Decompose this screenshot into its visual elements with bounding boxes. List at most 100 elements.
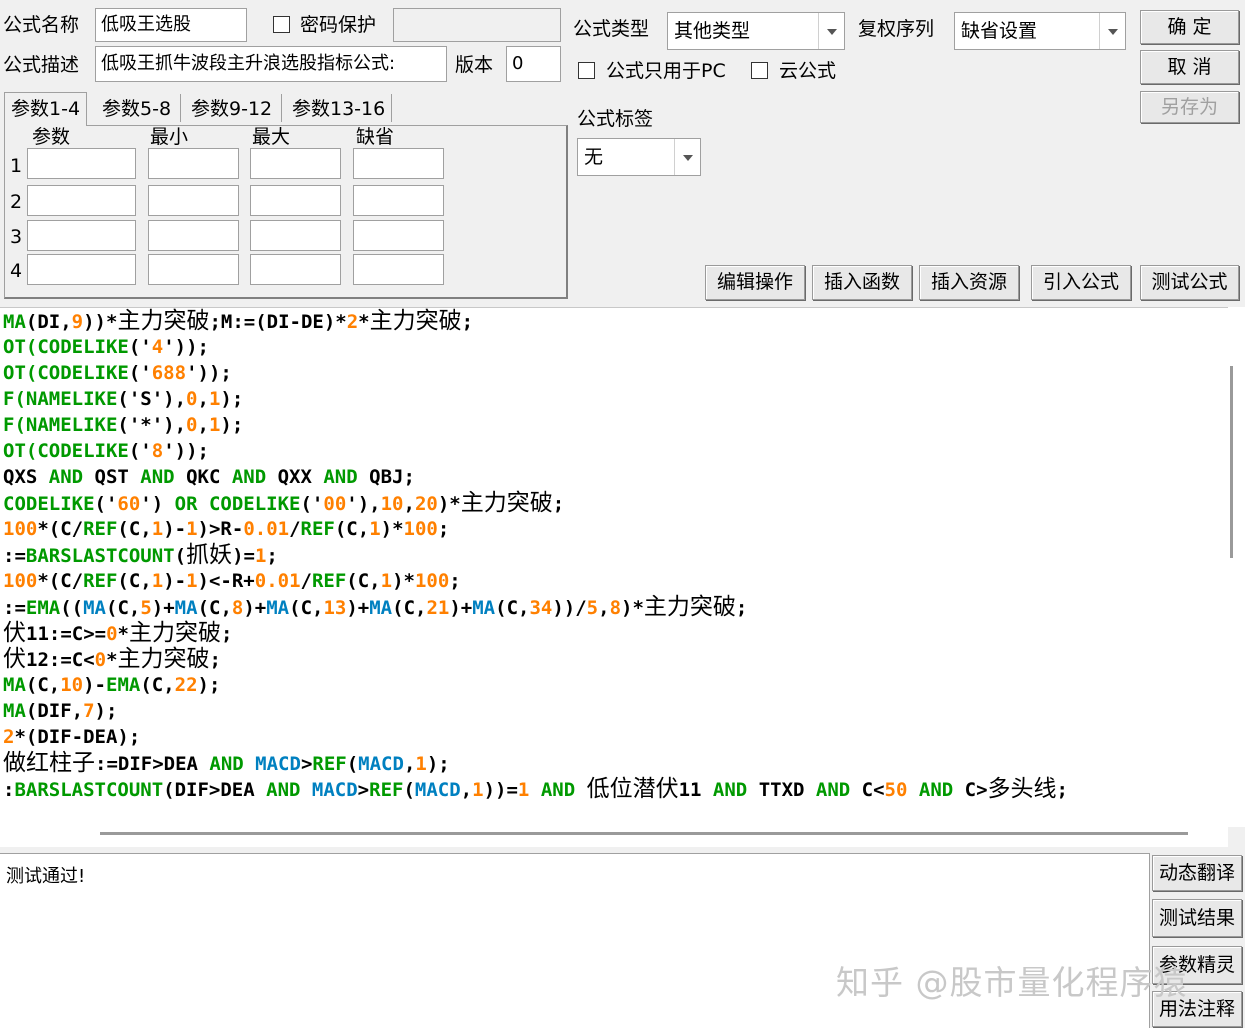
- code-token: *(DIF-DEA);: [14, 726, 141, 748]
- code-token: 1: [186, 518, 198, 540]
- code-token: ;: [449, 570, 461, 592]
- formula-type-label: 公式类型: [573, 18, 650, 40]
- code-token: 1: [254, 545, 267, 567]
- param-max-input[interactable]: [250, 185, 341, 216]
- code-line: MA(C,10)-EMA(C,22);: [3, 672, 1068, 698]
- code-token: ,: [403, 493, 415, 515]
- code-token: 60: [117, 493, 141, 515]
- code-token: '));: [163, 336, 209, 358]
- param-default-input[interactable]: [353, 220, 444, 251]
- param-name-input[interactable]: [27, 220, 136, 251]
- code-token: 22: [174, 674, 198, 696]
- code-token: ;: [209, 649, 221, 671]
- password-input[interactable]: [393, 8, 561, 42]
- code-token: )+: [151, 597, 175, 619]
- chevron-down-icon[interactable]: [1099, 13, 1125, 49]
- param-max-input[interactable]: [250, 148, 341, 179]
- code-token: 13: [323, 597, 347, 619]
- param-min-input[interactable]: [148, 185, 239, 216]
- tab-params-5-8[interactable]: 参数5-8: [96, 94, 177, 124]
- pc-only-checkbox[interactable]: [578, 62, 595, 79]
- param-name-input[interactable]: [27, 254, 136, 285]
- code-token: 多头线: [987, 776, 1057, 802]
- code-token: ))*: [83, 311, 118, 333]
- test-result-button[interactable]: 测试结果: [1152, 899, 1242, 937]
- formula-name-input[interactable]: 低吸王选股: [95, 8, 247, 42]
- code-token: 0: [94, 649, 107, 671]
- formula-type-select[interactable]: 其他类型: [667, 12, 845, 50]
- code-token: (: [174, 545, 187, 567]
- param-name-input[interactable]: [27, 148, 136, 179]
- tab-params-1-4[interactable]: 参数1-4: [4, 92, 88, 126]
- import-formula-button[interactable]: 引入公式: [1031, 265, 1131, 300]
- param-min-input[interactable]: [148, 254, 239, 285]
- code-line: 100*(C/REF(C,1)-1)<-R+0.01/REF(C,1)*100;: [3, 568, 1068, 594]
- formula-desc-label: 公式描述: [3, 54, 80, 76]
- param-name-input[interactable]: [27, 185, 136, 216]
- code-token: ;: [735, 597, 748, 619]
- code-token: ))/: [552, 597, 587, 619]
- code-token: 0: [186, 388, 198, 410]
- code-token: 5: [140, 597, 152, 619]
- code-token: ,: [598, 597, 610, 619]
- formula-tag-select[interactable]: 无: [577, 138, 701, 176]
- code-editor[interactable]: MA(DI,9))*主力突破;M:=(DI-DE)*2*主力突破; OT(CODE…: [0, 307, 1228, 827]
- param-min-input[interactable]: [148, 220, 239, 251]
- code-token: REF: [312, 753, 347, 775]
- param-default-input[interactable]: [353, 254, 444, 285]
- insert-function-button[interactable]: 插入函数: [812, 265, 912, 300]
- code-token: '),: [346, 493, 381, 515]
- code-token: ))=: [483, 779, 518, 801]
- vertical-scroll-thumb[interactable]: [1230, 366, 1233, 558]
- code-token: 5: [586, 597, 599, 619]
- password-checkbox[interactable]: [273, 16, 290, 33]
- edit-ops-button[interactable]: 编辑操作: [705, 265, 805, 300]
- horizontal-scroll-thumb[interactable]: [100, 832, 1188, 835]
- code-token: 4: [151, 336, 164, 358]
- tab-params-9-12[interactable]: 参数9-12: [185, 94, 278, 124]
- fq-select[interactable]: 缺省设置: [954, 12, 1126, 50]
- code-token: MACD: [414, 779, 461, 801]
- horizontal-scrollbar[interactable]: [0, 825, 1228, 847]
- code-line: CODELIKE('60') OR CODELIKE('00'),10,20)*…: [3, 490, 1068, 516]
- chevron-down-icon[interactable]: [818, 13, 844, 49]
- code-line: MA(DIF,7);: [3, 698, 1068, 724]
- code-text: MA(DI,9))*主力突破;M:=(DI-DE)*2*主力突破; OT(CODE…: [3, 308, 1068, 802]
- dynamic-translate-button[interactable]: 动态翻译: [1152, 855, 1242, 891]
- save-as-button[interactable]: 另存为: [1140, 91, 1239, 123]
- code-token: F(: [3, 414, 26, 436]
- code-token: 0.01: [254, 570, 301, 592]
- test-formula-button[interactable]: 测试公式: [1140, 265, 1239, 300]
- code-token: 主力突破: [117, 308, 210, 334]
- insert-resource-button[interactable]: 插入资源: [919, 265, 1019, 300]
- formula-desc-input[interactable]: 低吸王抓牛波段主升浪选股指标公式:: [95, 46, 447, 82]
- code-token: 2: [346, 311, 359, 333]
- code-token: NAMELIKE: [25, 414, 118, 436]
- code-token: AND: [231, 466, 267, 488]
- code-token: ;: [552, 493, 565, 515]
- code-token: TTXD: [747, 779, 816, 801]
- param-default-input[interactable]: [353, 148, 444, 179]
- code-token: AND: [140, 466, 175, 488]
- tab-params-13-16[interactable]: 参数13-16: [286, 94, 391, 124]
- code-token: ,: [197, 388, 209, 410]
- param-default-input[interactable]: [353, 185, 444, 216]
- code-token: )+: [243, 597, 267, 619]
- code-token: QBJ;: [357, 466, 415, 488]
- param-max-input[interactable]: [250, 220, 341, 251]
- param-row-number: 4: [10, 260, 23, 282]
- code-token: 低位潜伏: [586, 776, 679, 802]
- param-max-input[interactable]: [250, 254, 341, 285]
- cancel-button[interactable]: 取 消: [1140, 50, 1239, 84]
- param-min-input[interactable]: [148, 148, 239, 179]
- code-token: 主力突破: [460, 490, 553, 516]
- code-token: AND: [540, 779, 576, 801]
- ok-button[interactable]: 确 定: [1140, 10, 1239, 44]
- chevron-down-icon[interactable]: [674, 139, 700, 175]
- code-token: BARSLASTCOUNT: [14, 779, 164, 801]
- cloud-checkbox[interactable]: [751, 62, 768, 79]
- code-token: >: [357, 779, 370, 801]
- code-token: MACD: [311, 779, 358, 801]
- version-input[interactable]: 0: [506, 46, 561, 82]
- tab-divider: [391, 94, 392, 122]
